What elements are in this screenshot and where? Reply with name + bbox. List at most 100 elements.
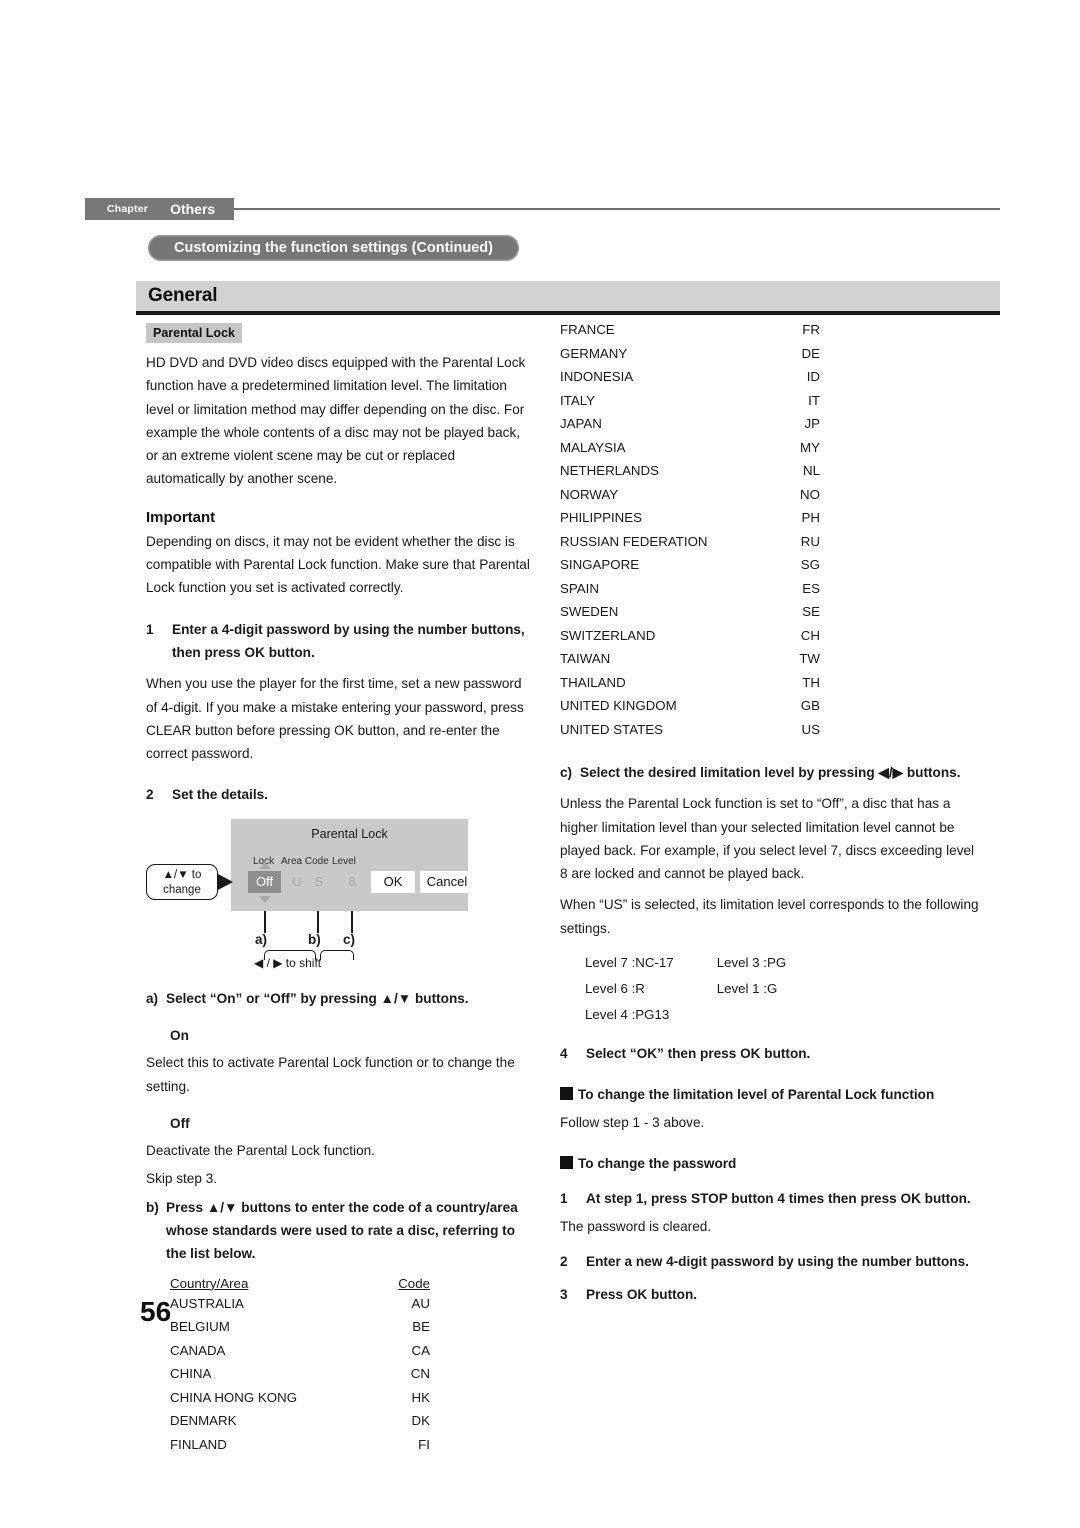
chapter-tab: Chapter Others xyxy=(85,198,234,220)
country-cell: RUSSIAN FEDERATION xyxy=(560,533,708,549)
callout-pointer-icon xyxy=(218,873,233,890)
country-cell: CANADA xyxy=(170,1342,226,1358)
password-step-2: 2 Enter a new 4-digit password by using … xyxy=(560,1250,980,1273)
item-c-body-1: Unless the Parental Lock function is set… xyxy=(560,796,975,882)
left-column: Parental Lock HD DVD and DVD video discs… xyxy=(146,323,531,1456)
item-a-off-heading: Off xyxy=(170,1115,190,1131)
table-row: ITALY IT xyxy=(560,389,820,413)
change-limitation-heading-text: To change the limitation level of Parent… xyxy=(578,1087,935,1103)
level-cell-left: Level 7 :NC-17 xyxy=(585,955,674,971)
change-password-heading-text: To change the password xyxy=(578,1155,737,1171)
code-cell: ES xyxy=(802,580,820,596)
table-row: NETHERLANDS NL xyxy=(560,459,820,483)
section-continued-title: Customizing the function settings (Conti… xyxy=(148,235,519,261)
dialog-level-value[interactable]: 8 xyxy=(344,871,360,893)
item-c-title: Select the desired limitation level by p… xyxy=(580,765,961,780)
password-step-1-body: The password is cleared. xyxy=(560,1218,712,1234)
dialog-area-code-digit-2[interactable]: S xyxy=(311,871,327,893)
page-title: General xyxy=(148,285,218,306)
table-row: CHINA HONG KONG HK xyxy=(170,1386,430,1410)
code-cell: RU xyxy=(800,533,820,549)
step-1: 1 Enter a 4-digit password by using the … xyxy=(146,618,531,665)
code-cell: DE xyxy=(801,345,820,361)
item-a-off-body-2: Skip step 3. xyxy=(146,1170,218,1186)
table-row: NORWAY NO xyxy=(560,483,820,507)
table-row: SPAIN ES xyxy=(560,577,820,601)
dialog-lock-value[interactable]: Off xyxy=(248,870,281,893)
leader-line-c xyxy=(351,910,353,933)
dialog-cancel-button[interactable]: Cancel xyxy=(420,870,474,893)
password-step-1-title: At step 1, press STOP button 4 times the… xyxy=(586,1191,971,1207)
level-cell-right: Level 3 :PG xyxy=(716,955,787,971)
country-cell: GERMANY xyxy=(560,345,628,361)
code-cell: TH xyxy=(802,674,820,690)
up-arrow-icon xyxy=(259,861,271,869)
change-callout: ▲/▼ to change xyxy=(146,863,218,900)
shift-label: ◀ / ▶ to shift xyxy=(254,955,322,970)
table-row: Level 6 :R Level 1 :G xyxy=(584,976,828,1002)
parental-lock-dialog-figure: Parental Lock Lock Area Code Level Off U… xyxy=(146,818,531,971)
code-cell: JP xyxy=(804,416,820,431)
country-cell: BELGIUM xyxy=(170,1319,230,1335)
country-code-table-left: Country/Area Code AUSTRALIA AU BELGIUM BE … xyxy=(170,1276,430,1457)
item-c-mark: c) xyxy=(560,765,573,780)
change-limitation-body: Follow step 1 - 3 above. xyxy=(560,1114,705,1130)
code-cell: SE xyxy=(802,604,820,619)
code-cell: US xyxy=(801,721,820,737)
code-cell: BE xyxy=(412,1319,430,1335)
step-2-title: Set the details. xyxy=(172,787,268,803)
code-cell: GB xyxy=(800,698,820,713)
country-cell: SWEDEN xyxy=(560,604,619,619)
chapter-word-label: Chapter xyxy=(107,203,149,215)
country-cell: SWITZERLAND xyxy=(560,627,656,643)
country-rows-left: AUSTRALIA AU BELGIUM BE CANADA CA CHINA CN C… xyxy=(170,1292,430,1457)
marker-b: b) xyxy=(308,931,321,947)
step-2: 2 Set the details. xyxy=(146,783,531,806)
password-step-3-number: 3 xyxy=(560,1287,568,1303)
table-row: Level 7 :NC-17 Level 3 :PG xyxy=(584,950,828,976)
level-cell-left: Level 4 :PG13 xyxy=(585,1007,670,1023)
code-cell: MY xyxy=(800,439,820,455)
dialog-area-code-digit-1[interactable]: U xyxy=(289,871,305,893)
step-4-title: Select “OK” then press OK button. xyxy=(586,1046,811,1062)
table-row: SWITZERLAND CH xyxy=(560,624,820,648)
table-row: CHINA CN xyxy=(170,1362,430,1386)
code-cell: ID xyxy=(806,369,820,384)
step-1-title: Enter a 4-digit password by using the nu… xyxy=(172,621,525,660)
password-step-2-title: Enter a new 4-digit password by using th… xyxy=(586,1253,969,1269)
level-rating-table: Level 7 :NC-17 Level 3 :PG Level 6 :R Leve… xyxy=(584,950,828,1028)
table-row: INDONESIA ID xyxy=(560,365,820,389)
country-cell: THAILAND xyxy=(560,674,626,690)
marker-c: c) xyxy=(343,931,356,947)
table-row: PHILIPPINES PH xyxy=(560,506,820,530)
general-banner: General xyxy=(136,281,1000,315)
table-row: FINLAND FI xyxy=(170,1433,430,1457)
brace-right xyxy=(320,949,354,960)
password-step-3-title: Press OK button. xyxy=(586,1287,698,1303)
password-step-2-number: 2 xyxy=(560,1253,568,1269)
country-cell: FINLAND xyxy=(170,1436,227,1452)
dialog-ok-button[interactable]: OK xyxy=(371,870,415,893)
table-row: DENMARK DK xyxy=(170,1409,430,1433)
dialog-level-label: Level xyxy=(332,855,356,867)
country-code-table-right: FRANCE FR GERMANY DE INDONESIA ID ITALY IT J… xyxy=(560,318,820,741)
code-cell: PH xyxy=(801,510,820,525)
chapter-strip: Chapter Others xyxy=(85,198,1000,220)
country-cell: NORWAY xyxy=(560,486,619,502)
country-header: Country/Area xyxy=(170,1275,249,1291)
change-password-heading: To change the password xyxy=(560,1152,980,1175)
country-cell: TAIWAN xyxy=(560,651,611,666)
code-cell: AU xyxy=(411,1295,430,1311)
code-cell: TW xyxy=(799,651,820,666)
step-2-number: 2 xyxy=(146,787,154,803)
code-header: Code xyxy=(398,1275,430,1291)
country-cell: CHINA xyxy=(170,1366,212,1382)
table-header-row: Country/Area Code xyxy=(170,1276,430,1292)
item-a-off-body-1: Deactivate the Parental Lock function. xyxy=(146,1143,375,1159)
change-limitation-heading: To change the limitation level of Parent… xyxy=(560,1083,980,1106)
item-c-body-2: When “US” is selected, its limitation le… xyxy=(560,897,979,936)
step-4-number: 4 xyxy=(560,1046,568,1062)
marker-a: a) xyxy=(255,931,268,947)
code-cell: FR xyxy=(802,322,820,337)
item-b-title: Press ▲/▼ buttons to enter the code of a… xyxy=(166,1199,518,1262)
